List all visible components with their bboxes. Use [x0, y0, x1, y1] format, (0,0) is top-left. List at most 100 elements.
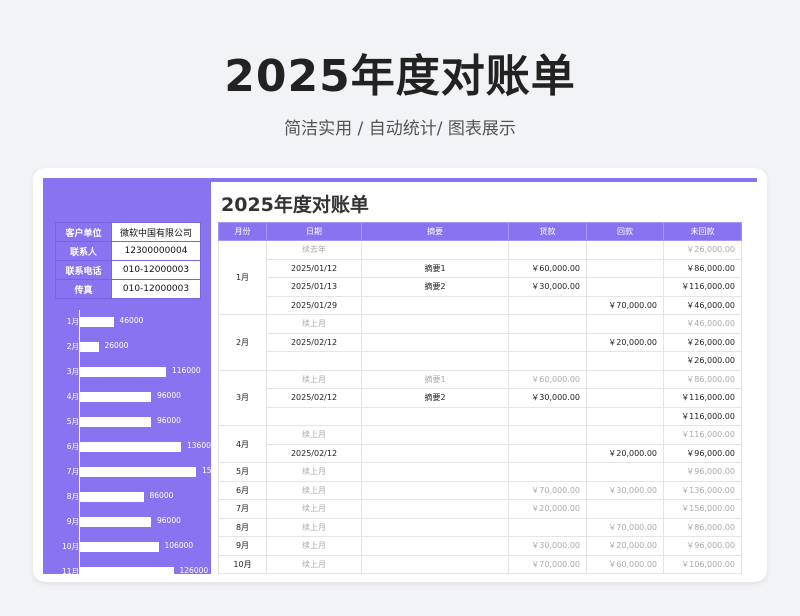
ledger-paid-cell[interactable]: ￥70,000.00 — [586, 295, 664, 315]
ledger-summary-cell[interactable] — [361, 536, 509, 556]
ledger-summary-cell[interactable] — [361, 295, 509, 315]
ledger-date-cell[interactable] — [266, 351, 362, 371]
ledger-goods-cell[interactable] — [508, 240, 587, 260]
ledger-unpaid-cell[interactable]: ￥26,000.00 — [663, 240, 742, 260]
info-value[interactable]: 微软中国有限公司 — [111, 222, 201, 242]
ledger-goods-cell[interactable] — [508, 462, 587, 482]
month-cell[interactable]: 4月 — [218, 425, 267, 463]
ledger-date-cell[interactable]: 续上月 — [266, 314, 362, 334]
ledger-paid-cell[interactable] — [586, 388, 664, 408]
ledger-paid-cell[interactable]: ￥20,000.00 — [586, 443, 664, 463]
ledger-goods-cell[interactable]: ￥30,000.00 — [508, 388, 587, 408]
ledger-summary-cell[interactable] — [361, 480, 509, 500]
ledger-summary-cell[interactable] — [361, 314, 509, 334]
ledger-paid-cell[interactable] — [586, 425, 664, 445]
ledger-unpaid-cell[interactable]: ￥116,000.00 — [663, 388, 742, 408]
ledger-date-cell[interactable]: 续上月 — [266, 536, 362, 556]
month-cell[interactable]: 7月 — [218, 499, 267, 519]
ledger-summary-cell[interactable] — [361, 425, 509, 445]
month-cell[interactable]: 1月 — [218, 240, 267, 315]
ledger-unpaid-cell[interactable]: ￥156,000.00 — [663, 499, 742, 519]
month-cell[interactable]: 5月 — [218, 462, 267, 482]
ledger-goods-cell[interactable]: ￥70,000.00 — [508, 554, 587, 574]
ledger-summary-cell[interactable] — [361, 332, 509, 352]
ledger-paid-cell[interactable] — [586, 277, 664, 297]
ledger-paid-cell[interactable] — [586, 462, 664, 482]
ledger-unpaid-cell[interactable]: ￥96,000.00 — [663, 536, 742, 556]
ledger-unpaid-cell[interactable]: ￥46,000.00 — [663, 295, 742, 315]
ledger-date-cell[interactable]: 续去年 — [266, 240, 362, 260]
ledger-date-cell[interactable]: 2025/02/12 — [266, 332, 362, 352]
ledger-goods-cell[interactable] — [508, 314, 587, 334]
ledger-unpaid-cell[interactable]: ￥86,000.00 — [663, 258, 742, 278]
month-cell[interactable]: 3月 — [218, 369, 267, 426]
ledger-unpaid-cell[interactable]: ￥116,000.00 — [663, 277, 742, 297]
ledger-date-cell[interactable]: 2025/01/29 — [266, 295, 362, 315]
ledger-unpaid-cell[interactable]: ￥26,000.00 — [663, 351, 742, 371]
ledger-date-cell[interactable]: 2025/01/13 — [266, 277, 362, 297]
ledger-summary-cell[interactable]: 摘要2 — [361, 277, 509, 297]
ledger-goods-cell[interactable] — [508, 425, 587, 445]
ledger-date-cell[interactable] — [266, 406, 362, 426]
ledger-paid-cell[interactable] — [586, 499, 664, 519]
ledger-date-cell[interactable]: 续上月 — [266, 480, 362, 500]
ledger-date-cell[interactable]: 2025/02/12 — [266, 443, 362, 463]
ledger-date-cell[interactable]: 续上月 — [266, 499, 362, 519]
ledger-paid-cell[interactable]: ￥30,000.00 — [586, 480, 664, 500]
ledger-date-cell[interactable]: 续上月 — [266, 554, 362, 574]
ledger-summary-cell[interactable] — [361, 517, 509, 537]
ledger-summary-cell[interactable] — [361, 443, 509, 463]
ledger-goods-cell[interactable] — [508, 406, 587, 426]
ledger-unpaid-cell[interactable]: ￥86,000.00 — [663, 517, 742, 537]
ledger-unpaid-cell[interactable]: ￥116,000.00 — [663, 425, 742, 445]
ledger-summary-cell[interactable] — [361, 499, 509, 519]
ledger-goods-cell[interactable]: ￥60,000.00 — [508, 258, 587, 278]
ledger-unpaid-cell[interactable]: ￥96,000.00 — [663, 462, 742, 482]
ledger-date-cell[interactable]: 2025/01/12 — [266, 258, 362, 278]
ledger-date-cell[interactable]: 续上月 — [266, 425, 362, 445]
ledger-paid-cell[interactable] — [586, 314, 664, 334]
ledger-goods-cell[interactable] — [508, 295, 587, 315]
ledger-summary-cell[interactable] — [361, 406, 509, 426]
ledger-summary-cell[interactable]: 摘要1 — [361, 258, 509, 278]
ledger-unpaid-cell[interactable]: ￥46,000.00 — [663, 314, 742, 334]
ledger-summary-cell[interactable]: 摘要1 — [361, 369, 509, 389]
ledger-goods-cell[interactable] — [508, 517, 587, 537]
ledger-goods-cell[interactable]: ￥20,000.00 — [508, 499, 587, 519]
ledger-unpaid-cell[interactable]: ￥106,000.00 — [663, 554, 742, 574]
info-value[interactable]: 12300000004 — [111, 241, 201, 261]
ledger-paid-cell[interactable] — [586, 351, 664, 371]
ledger-unpaid-cell[interactable]: ￥86,000.00 — [663, 369, 742, 389]
month-cell[interactable]: 6月 — [218, 480, 267, 500]
ledger-unpaid-cell[interactable]: ￥136,000.00 — [663, 480, 742, 500]
ledger-summary-cell[interactable] — [361, 554, 509, 574]
ledger-unpaid-cell[interactable]: ￥96,000.00 — [663, 443, 742, 463]
ledger-date-cell[interactable]: 续上月 — [266, 369, 362, 389]
info-value[interactable]: 010-12000003 — [111, 260, 201, 280]
month-cell[interactable]: 8月 — [218, 517, 267, 537]
ledger-date-cell[interactable]: 续上月 — [266, 462, 362, 482]
ledger-summary-cell[interactable] — [361, 240, 509, 260]
ledger-paid-cell[interactable]: ￥20,000.00 — [586, 332, 664, 352]
ledger-goods-cell[interactable]: ￥70,000.00 — [508, 480, 587, 500]
ledger-goods-cell[interactable] — [508, 351, 587, 371]
ledger-goods-cell[interactable] — [508, 332, 587, 352]
ledger-paid-cell[interactable]: ￥60,000.00 — [586, 554, 664, 574]
ledger-goods-cell[interactable]: ￥30,000.00 — [508, 536, 587, 556]
ledger-summary-cell[interactable]: 摘要2 — [361, 388, 509, 408]
ledger-paid-cell[interactable]: ￥70,000.00 — [586, 517, 664, 537]
month-cell[interactable]: 10月 — [218, 554, 267, 574]
ledger-paid-cell[interactable] — [586, 406, 664, 426]
info-value[interactable]: 010-12000003 — [111, 279, 201, 299]
ledger-summary-cell[interactable] — [361, 462, 509, 482]
ledger-date-cell[interactable]: 2025/02/12 — [266, 388, 362, 408]
ledger-goods-cell[interactable]: ￥30,000.00 — [508, 277, 587, 297]
ledger-date-cell[interactable]: 续上月 — [266, 517, 362, 537]
ledger-unpaid-cell[interactable]: ￥26,000.00 — [663, 332, 742, 352]
ledger-paid-cell[interactable] — [586, 240, 664, 260]
ledger-goods-cell[interactable] — [508, 443, 587, 463]
ledger-paid-cell[interactable]: ￥20,000.00 — [586, 536, 664, 556]
ledger-paid-cell[interactable] — [586, 258, 664, 278]
ledger-goods-cell[interactable]: ￥60,000.00 — [508, 369, 587, 389]
ledger-unpaid-cell[interactable]: ￥116,000.00 — [663, 406, 742, 426]
